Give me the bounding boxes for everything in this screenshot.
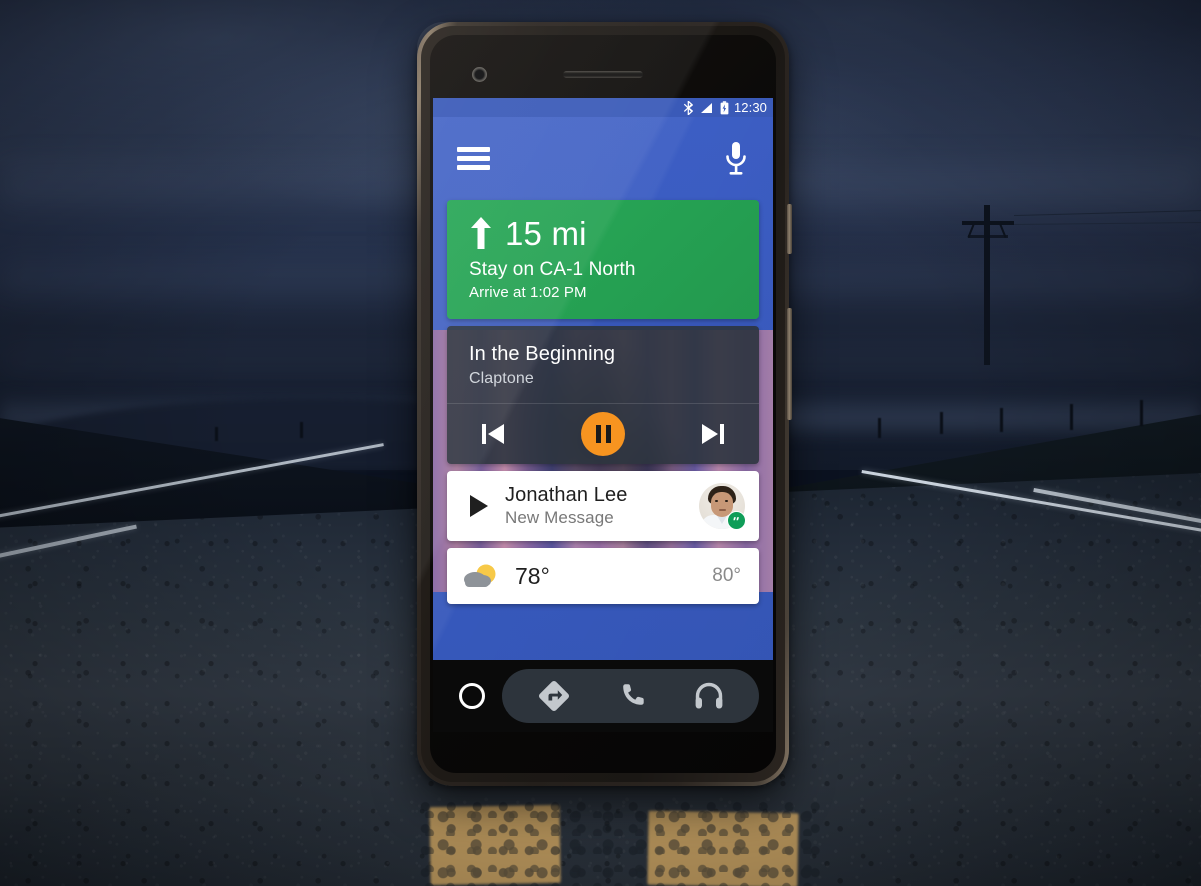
card-stack: 15 mi Stay on CA-1 North Arrive at 1:02 … xyxy=(433,200,773,732)
media-artist: Claptone xyxy=(469,370,534,387)
skip-next-icon[interactable] xyxy=(699,421,727,447)
bluetooth-icon xyxy=(683,100,694,115)
message-sender: Jonathan Lee xyxy=(505,484,628,506)
hamburger-menu-icon[interactable] xyxy=(457,147,490,170)
avatar xyxy=(699,483,746,530)
arrow-straight-up-icon xyxy=(469,216,493,250)
power-button[interactable] xyxy=(787,204,792,254)
battery-charging-icon xyxy=(720,100,729,115)
navigation-instruction: Stay on CA-1 North xyxy=(469,259,636,280)
pause-bar xyxy=(605,425,611,443)
fence-post xyxy=(215,427,218,441)
skip-previous-icon[interactable] xyxy=(479,421,507,447)
navigation-card[interactable]: 15 mi Stay on CA-1 North Arrive at 1:02 … xyxy=(447,200,759,319)
message-subtitle: New Message xyxy=(505,508,614,527)
status-bar: 12:30 xyxy=(433,98,773,117)
pole-mast xyxy=(984,205,990,365)
avatar-eye xyxy=(725,500,728,502)
navigation-distance: 15 mi xyxy=(505,214,587,252)
headphones-icon[interactable] xyxy=(693,680,725,712)
fence-post xyxy=(878,418,881,438)
navigation-distance-row: 15 mi xyxy=(469,216,737,250)
nav-pill xyxy=(502,669,759,723)
message-text: Jonathan Lee New Message xyxy=(505,484,685,528)
avatar-eye xyxy=(715,500,718,502)
pole-crossarm xyxy=(962,221,1014,225)
front-camera-icon xyxy=(472,67,487,82)
phone-icon[interactable] xyxy=(616,680,648,712)
fence-post xyxy=(940,412,943,434)
phone-screen: 12:30 15 mi Stay on CA-1 North Arrive at… xyxy=(433,98,773,732)
weather-high-temp: 80° xyxy=(712,565,741,586)
pause-button[interactable] xyxy=(581,412,625,456)
navigation-eta: Arrive at 1:02 PM xyxy=(469,284,587,301)
center-line-wear xyxy=(420,800,820,886)
weather-current-temp: 78° xyxy=(515,562,550,589)
app-bar xyxy=(433,117,773,200)
avatar-mouth xyxy=(719,509,726,511)
media-info: In the Beginning Claptone xyxy=(447,326,759,403)
fence-post xyxy=(1070,404,1073,430)
play-icon[interactable] xyxy=(467,493,491,519)
volume-rocker[interactable] xyxy=(787,308,792,420)
fence-post xyxy=(1000,408,1003,432)
hangouts-badge-icon xyxy=(727,511,746,530)
pole-crossarm xyxy=(968,235,1008,238)
media-controls xyxy=(447,404,759,464)
home-circle-icon[interactable] xyxy=(459,683,485,709)
microphone-icon[interactable] xyxy=(723,140,749,178)
signal-icon xyxy=(699,102,713,114)
pause-bar xyxy=(595,425,601,443)
partly-cloudy-icon xyxy=(461,561,503,591)
navigation-diamond-icon[interactable] xyxy=(536,678,572,714)
message-card[interactable]: Jonathan Lee New Message xyxy=(447,471,759,541)
media-card[interactable]: In the Beginning Claptone xyxy=(447,326,759,464)
earpiece-speaker xyxy=(563,71,643,78)
phone-device: 12:30 15 mi Stay on CA-1 North Arrive at… xyxy=(417,22,792,786)
weather-card[interactable]: 78° 80° xyxy=(447,548,759,604)
fence-post xyxy=(300,422,303,438)
bottom-nav-bar xyxy=(433,660,773,732)
fence-post xyxy=(1140,400,1143,426)
media-title: In the Beginning xyxy=(469,343,616,365)
status-time: 12:30 xyxy=(733,100,767,115)
